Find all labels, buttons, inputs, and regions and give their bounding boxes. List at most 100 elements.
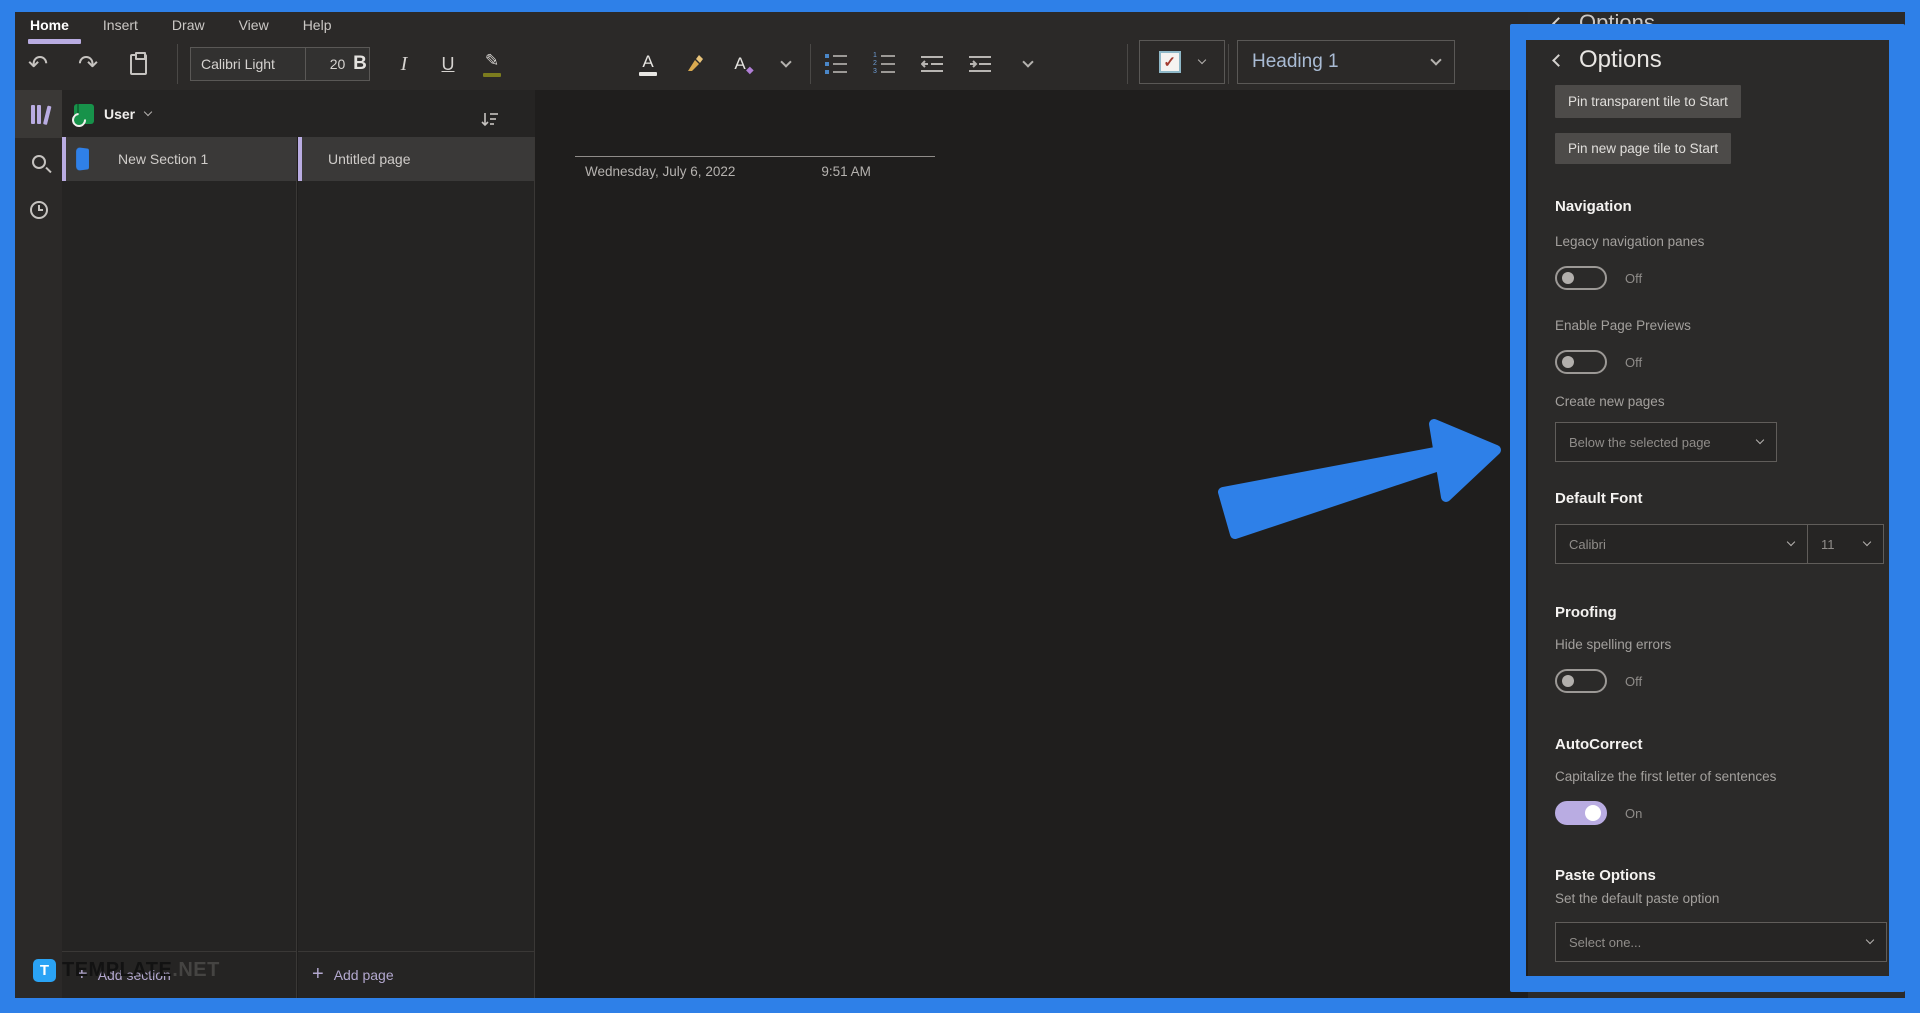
page-time: 9:51 AM: [821, 164, 871, 179]
page-previews-label: Enable Page Previews: [1555, 318, 1691, 333]
toggle-knob: [1562, 272, 1574, 284]
hide-spelling-state: Off: [1625, 674, 1642, 689]
toggle-knob: [1562, 675, 1574, 687]
numbered-list-icon: 1 2 3: [873, 54, 895, 74]
toggle-knob: [1562, 356, 1574, 368]
tab-insert[interactable]: Insert: [103, 17, 138, 33]
menu-bar: Home Insert Draw View Help: [15, 12, 331, 38]
create-pages-value: Below the selected page: [1569, 435, 1711, 450]
increase-indent-button[interactable]: [967, 48, 993, 80]
page-canvas[interactable]: Wednesday, July 6, 2022 9:51 AM: [536, 90, 1528, 998]
legacy-navigation-state: Off: [1625, 271, 1642, 286]
underline-button[interactable]: U: [435, 48, 461, 80]
underline-icon: U: [442, 54, 455, 75]
font-name-input[interactable]: Calibri Light: [190, 47, 306, 81]
chevron-down-icon: [780, 56, 791, 67]
chevron-down-icon: [144, 107, 152, 115]
paste-button[interactable]: [125, 48, 151, 80]
recent-notes-icon: [30, 201, 48, 219]
create-pages-dropdown[interactable]: Below the selected page: [1555, 422, 1777, 462]
default-font-size-dropdown[interactable]: 11: [1808, 524, 1884, 564]
paste-options-dropdown[interactable]: Select one...: [1555, 922, 1887, 962]
clipboard-icon: [130, 54, 147, 75]
watermark-brand: TEMPLATE: [62, 959, 172, 981]
style-selector[interactable]: Heading 1: [1237, 40, 1455, 84]
section-item-label: New Section 1: [118, 151, 208, 167]
toolbar-separator: [177, 44, 178, 84]
redo-button[interactable]: [75, 48, 101, 80]
options-ghost-header: Options: [1554, 10, 1655, 36]
default-font-dropdown[interactable]: Calibri: [1555, 524, 1808, 564]
watermark: T TEMPLATE.NET: [33, 959, 220, 982]
default-font-heading: Default Font: [1555, 490, 1643, 507]
chevron-down-icon: [1756, 436, 1764, 444]
clear-formatting-button[interactable]: A: [727, 48, 753, 80]
bold-button[interactable]: B: [347, 48, 373, 80]
page-list: Untitled page + Add page: [298, 137, 535, 998]
chevron-down-icon: [1787, 538, 1795, 546]
paste-options-heading: Paste Options: [1555, 867, 1656, 884]
format-painter-button[interactable]: [681, 48, 707, 80]
chevron-down-icon: [1863, 538, 1871, 546]
bullet-list-button[interactable]: [823, 48, 849, 80]
toolbar: Calibri Light 20 B I U A A: [15, 38, 1528, 90]
decrease-indent-button[interactable]: [919, 48, 945, 80]
rail-notebooks-button[interactable]: [15, 90, 62, 138]
style-selector-value: Heading 1: [1252, 51, 1339, 73]
rail-search-button[interactable]: [15, 138, 62, 186]
options-title: Options: [1579, 46, 1662, 74]
tab-view[interactable]: View: [239, 17, 269, 33]
tab-draw[interactable]: Draw: [172, 17, 205, 33]
toolbar-separator: [1228, 44, 1229, 84]
todo-checkbox-icon: [1159, 51, 1181, 73]
back-button[interactable]: [1552, 54, 1565, 67]
autocorrect-heading: AutoCorrect: [1555, 736, 1643, 753]
section-item[interactable]: New Section 1: [62, 137, 296, 181]
notebooks-icon: [31, 104, 47, 124]
sort-pages-button[interactable]: [477, 103, 503, 135]
undo-button[interactable]: [25, 48, 51, 80]
hide-spelling-toggle[interactable]: [1555, 669, 1607, 693]
paragraph-options-expand-button[interactable]: [1015, 48, 1041, 80]
font-color-button[interactable]: A: [635, 48, 661, 80]
page-previews-toggle[interactable]: [1555, 350, 1607, 374]
font-color-icon: A: [639, 53, 657, 76]
font-options-expand-button[interactable]: [773, 48, 799, 80]
decrease-indent-icon: [921, 55, 943, 73]
left-rail: [15, 90, 62, 998]
rail-recent-button[interactable]: [15, 186, 62, 234]
undo-icon: [28, 50, 48, 79]
page-title-rule: [575, 156, 935, 157]
watermark-brand-suffix: .NET: [172, 959, 220, 981]
redo-icon: [78, 50, 98, 79]
numbered-list-button[interactable]: 1 2 3: [871, 48, 897, 80]
todo-tag-button[interactable]: [1139, 40, 1225, 84]
page-item[interactable]: Untitled page: [298, 137, 534, 181]
tab-help[interactable]: Help: [303, 17, 332, 33]
create-pages-label: Create new pages: [1555, 394, 1665, 409]
chevron-down-icon: [1022, 56, 1033, 67]
capitalize-state: On: [1625, 806, 1642, 821]
section-tab-icon: [76, 147, 89, 171]
pin-transparent-tile-button[interactable]: Pin transparent tile to Start: [1555, 85, 1741, 118]
increase-indent-icon: [969, 55, 991, 73]
add-page-button[interactable]: + Add page: [298, 951, 534, 998]
ribbon: Home Insert Draw View Help Calibri Light…: [15, 12, 1528, 90]
italic-button[interactable]: I: [391, 48, 417, 80]
highlighter-button[interactable]: [479, 48, 505, 80]
tab-home[interactable]: Home: [30, 17, 69, 33]
section-list: New Section 1 + Add section: [62, 137, 297, 998]
highlighter-icon: [483, 51, 501, 77]
capitalize-toggle[interactable]: [1555, 801, 1607, 825]
clear-formatting-icon: A: [734, 54, 745, 74]
proofing-heading: Proofing: [1555, 604, 1617, 621]
notebook-name[interactable]: User: [104, 106, 135, 122]
plus-icon: +: [312, 963, 324, 986]
toolbar-separator: [810, 44, 811, 84]
chevron-down-icon: [1866, 936, 1874, 944]
legacy-navigation-toggle[interactable]: [1555, 266, 1607, 290]
pin-new-page-tile-button[interactable]: Pin new page tile to Start: [1555, 133, 1731, 164]
bullet-list-icon: [825, 54, 847, 74]
toolbar-separator: [1127, 44, 1128, 84]
format-painter-icon: [684, 54, 704, 74]
